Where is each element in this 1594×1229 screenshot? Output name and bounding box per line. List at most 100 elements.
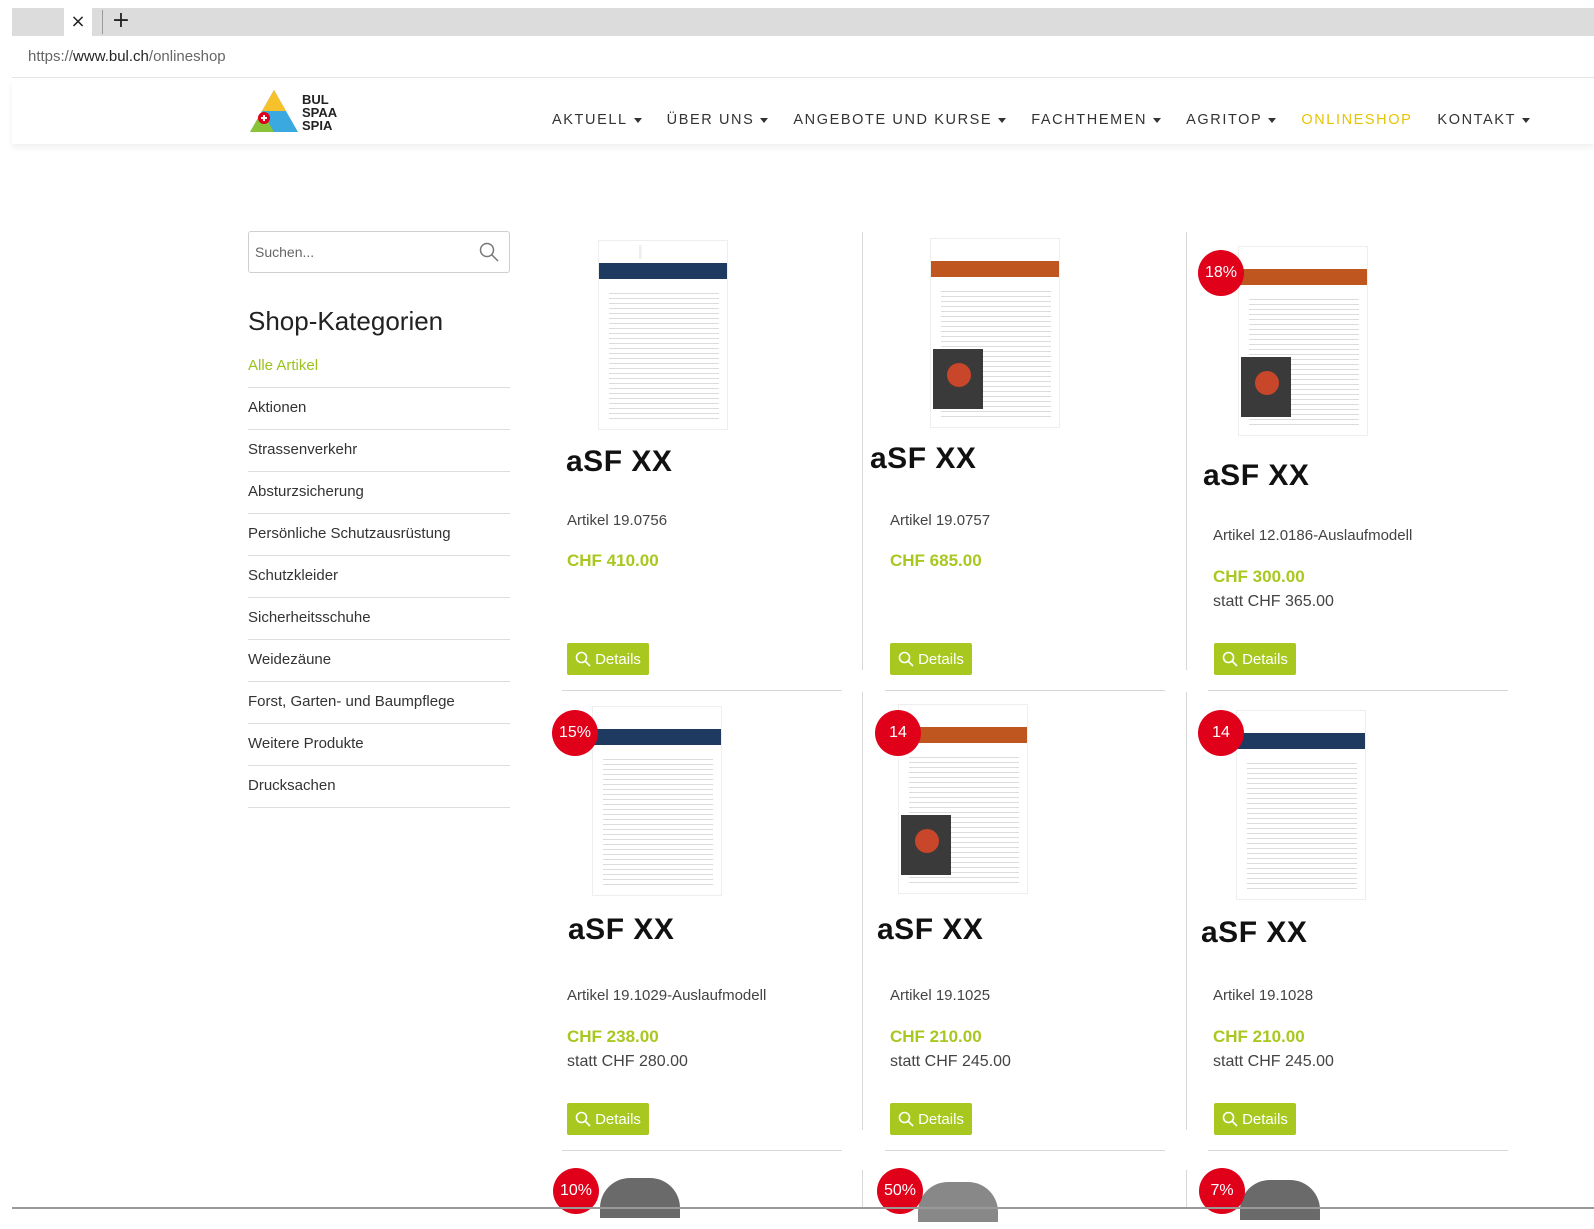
nav-label: AGRITOP [1186,112,1263,128]
product-thumbnail-partial[interactable] [600,1178,680,1218]
product-old-price: statt CHF 280.00 [567,1053,688,1070]
search-icon[interactable] [479,242,499,262]
new-tab-icon[interactable]: + [106,8,136,36]
nav-label: ONLINESHOP [1301,112,1413,128]
product-price: CHF 210.00 [1213,1027,1305,1046]
nav-aktuell[interactable]: AKTUELL [552,112,642,128]
nav-agritop[interactable]: AGRITOP [1186,112,1277,128]
nav-fachthemen[interactable]: FACHTHEMEN [1031,112,1162,128]
logo-line-3: SPIA [302,118,333,133]
category-alle-artikel[interactable]: Alle Artikel [248,346,510,388]
thumbnail-photo [933,349,983,409]
search-icon [575,651,591,667]
details-button[interactable]: Details [567,643,649,675]
category-aktionen[interactable]: Aktionen [248,388,510,430]
url-text[interactable]: https://www.bul.ch/onlineshop [28,48,226,65]
product-thumbnail[interactable] [598,240,728,430]
product-name[interactable]: aSF XX [870,442,976,476]
close-tab-icon[interactable]: × [64,8,92,36]
product-thumbnail[interactable] [592,706,722,896]
category-schutzkleider[interactable]: Schutzkleider [248,556,510,598]
search-box [248,231,510,273]
nav-kontakt[interactable]: KONTAKT [1437,112,1531,128]
thumbnail-band [599,263,727,279]
column-divider [862,692,863,1130]
product-thumbnail-partial[interactable] [918,1182,998,1222]
thumbnail-band [931,261,1059,277]
product-name[interactable]: aSF XX [1201,916,1307,950]
nav-label: FACHTHEMEN [1031,112,1148,128]
search-icon [898,1111,914,1127]
site-header: BUL SPAA SPIA AKTUELL ÜBER UNS ANGEBOTE … [12,80,1594,144]
product-thumbnail[interactable] [1238,246,1368,436]
caret-down-icon [1268,117,1277,123]
category-forst-garten-baumpflege[interactable]: Forst, Garten- und Baumpflege [248,682,510,724]
category-strassenverkehr[interactable]: Strassenverkehr [248,430,510,472]
thumbnail-photo [901,815,951,875]
row-divider [1208,690,1508,691]
nav-label: ÜBER UNS [666,112,755,128]
product-thumbnail[interactable] [1236,710,1366,900]
category-weitere-produkte[interactable]: Weitere Produkte [248,724,510,766]
caret-down-icon [760,117,769,123]
url-prefix: https:// [28,48,74,65]
thumbnail-band [1239,269,1367,285]
product-thumbnail-partial[interactable] [1240,1180,1320,1220]
thumbnail-header [597,711,717,725]
column-divider [1186,1170,1187,1208]
url-path: /onlineshop [148,48,226,65]
row-divider [885,690,1165,691]
category-schutzausruestung[interactable]: Persönliche Schutzausrüstung [248,514,510,556]
product-name[interactable]: aSF XX [1203,459,1309,493]
nav-angebote-und-kurse[interactable]: ANGEBOTE UND KURSE [793,112,1007,128]
button-label: Details [918,650,964,668]
nav-onlineshop[interactable]: ONLINESHOP [1301,112,1412,128]
address-bar[interactable]: https://www.bul.ch/onlineshop [12,36,1594,78]
column-divider [862,232,863,670]
discount-badge: 18% [1198,250,1244,296]
caret-down-icon [1153,117,1162,123]
product-name[interactable]: aSF XX [877,913,983,947]
thumbnail-text-lines [609,289,719,419]
discount-badge: 15% [552,710,598,756]
details-button[interactable]: Details [567,1103,649,1135]
product-price: CHF 210.00 [890,1027,982,1046]
category-absturzsicherung[interactable]: Absturzsicherung [248,472,510,514]
row-divider [1208,1150,1508,1151]
details-button[interactable]: Details [1214,1103,1296,1135]
nav-ueber-uns[interactable]: ÜBER UNS [667,112,769,128]
details-button[interactable]: Details [890,643,972,675]
caret-down-icon [998,117,1007,123]
nav-label: AKTUELL [552,112,628,128]
search-input[interactable] [249,232,469,272]
nav-label: KONTAKT [1437,112,1517,128]
button-label: Details [1242,650,1288,668]
thumbnail-header [903,709,1023,723]
bul-logo[interactable]: BUL SPAA SPIA [248,88,348,138]
thumbnail-header [1243,251,1363,265]
category-sicherheitsschuhe[interactable]: Sicherheitsschuhe [248,598,510,640]
product-article: Artikel 12.0186-Auslaufmodell [1213,527,1413,544]
search-icon [575,1111,591,1127]
product-old-price: statt CHF 245.00 [890,1053,1011,1070]
product-name[interactable]: aSF XX [568,913,674,947]
product-name[interactable]: aSF XX [566,445,672,479]
product-thumbnail[interactable] [930,238,1060,428]
tab-separator [102,10,103,34]
category-drucksachen[interactable]: Drucksachen [248,766,510,808]
product-old-price: statt CHF 245.00 [1213,1053,1334,1070]
details-button[interactable]: Details [890,1103,972,1135]
product-article: Artikel 19.1028 [1213,987,1314,1004]
search-icon [1222,1111,1238,1127]
thumbnail-header [935,243,1055,257]
details-button[interactable]: Details [1214,643,1296,675]
shop-categories-title: Shop-Kategorien [248,306,444,336]
thumbnail-band [593,729,721,745]
thumbnail-header [603,245,723,259]
product-article: Artikel 19.0756 [567,512,668,529]
category-weidezaeune[interactable]: Weidezäune [248,640,510,682]
row-divider [562,1150,842,1151]
thumbnail-text-lines [603,755,713,885]
caret-down-icon [1522,117,1531,123]
discount-badge: 14 [1198,710,1244,756]
